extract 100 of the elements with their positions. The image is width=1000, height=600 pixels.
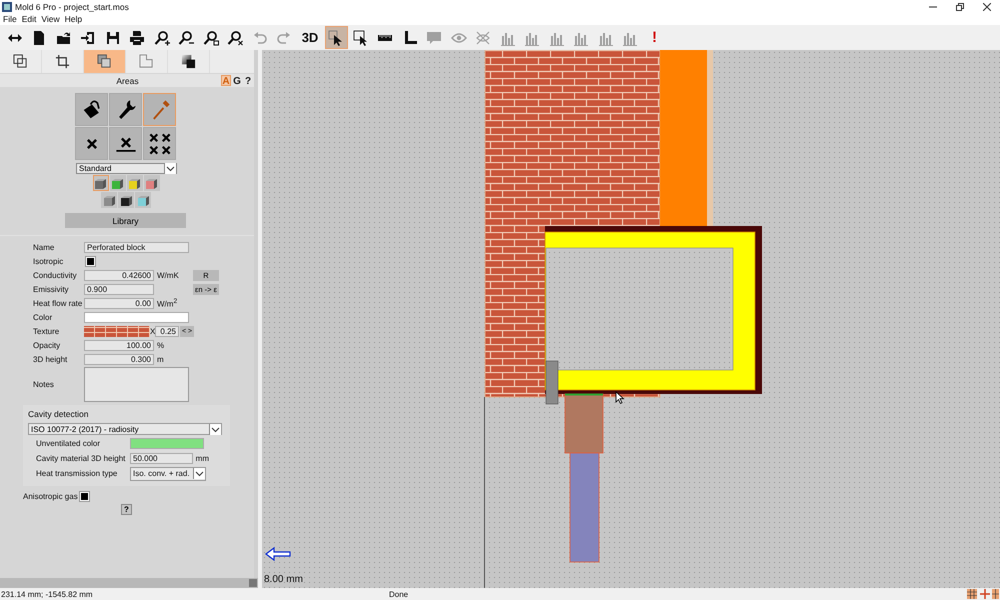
crop-icon [55, 54, 70, 69]
menu-item[interactable]: Edit [22, 14, 36, 24]
unit-label: W/m$^{2}$ [156, 298, 178, 308]
pointer-icon [616, 391, 625, 404]
left-arrow-icon [265, 546, 291, 562]
panel-title: Areas [115, 76, 140, 86]
zoom-window-icon [202, 30, 218, 46]
section-title: Cavity detection [28, 409, 90, 419]
tool-button[interactable] [143, 127, 176, 160]
field-label: 3D height [32, 354, 68, 364]
app-icon [2, 2, 12, 12]
folder-icon [56, 30, 72, 46]
tool-button[interactable] [109, 93, 142, 126]
preset-dropdown[interactable]: Standard [76, 163, 177, 174]
number-field[interactable]: 100.00 [84, 340, 154, 350]
help-button[interactable]: ? [121, 504, 132, 515]
grid-icon[interactable] [966, 588, 1000, 600]
caret-icon [193, 468, 205, 479]
zoom-in-icon [154, 30, 170, 46]
unit-label: % [156, 340, 166, 350]
select-dropdown[interactable]: Iso. conv. + rad. [130, 466, 206, 480]
overlapping-squares-icon [13, 54, 28, 69]
number-field[interactable]: 0.42600 [84, 270, 154, 280]
field-label: Texture [32, 326, 60, 336]
print-icon [129, 30, 145, 46]
checkbox[interactable] [80, 492, 89, 501]
unit-label: W/mK [156, 270, 180, 280]
field-label: Emissivity [32, 284, 70, 294]
field-label: Color [32, 312, 54, 322]
tool-button[interactable] [75, 127, 108, 160]
method-dropdown[interactable]: ISO 10077-2 (2017) - radiosity [28, 423, 222, 435]
zoom-clear-icon [227, 30, 243, 46]
text-field[interactable]: Perforated block [84, 242, 189, 252]
field-label: Cavity material 3D height [36, 454, 126, 463]
material-swatch[interactable] [101, 192, 117, 208]
field-label: Conductivity [32, 270, 78, 280]
folded-page-icon [139, 54, 154, 69]
unit-label: mm [194, 454, 210, 463]
field-label: Notes [32, 380, 55, 389]
toolbar-button[interactable] [324, 26, 348, 49]
caret-icon [164, 163, 176, 174]
field-label: Unventilated color [36, 439, 102, 448]
sill-piece [546, 360, 558, 404]
redo-icon [276, 30, 292, 46]
material-swatch[interactable] [144, 175, 160, 191]
material-swatch[interactable] [110, 175, 126, 191]
window-title: Mold 6 Pro - project_start.mos [15, 2, 130, 12]
tool-button[interactable] [75, 93, 108, 126]
brick-texture-swatch[interactable] [84, 326, 150, 336]
unit-label: m [156, 354, 165, 364]
notes-field[interactable] [84, 367, 189, 402]
field-label: Isotropic [32, 256, 64, 266]
status-message: Done [389, 590, 410, 598]
material-swatch[interactable] [126, 175, 142, 191]
field-label: Name [32, 242, 56, 252]
material-swatch[interactable] [135, 192, 151, 208]
zoom-out-icon [178, 30, 194, 46]
material-swatch[interactable] [118, 192, 134, 208]
tool-button[interactable] [109, 127, 142, 160]
scale-label: 8.00 mm [264, 574, 303, 585]
pointer-icon [328, 30, 344, 46]
toolbar-button[interactable]: 3D [297, 26, 323, 49]
four-crosses-icon [148, 132, 170, 154]
save-icon [104, 30, 120, 46]
restore-icon [956, 2, 964, 10]
color-swatch[interactable] [84, 312, 189, 322]
layered-squares-icon [97, 54, 112, 69]
field-label: Opacity [32, 340, 62, 350]
menu-item[interactable]: View [41, 14, 60, 24]
boundary-edge [565, 394, 603, 396]
box-select-icon [352, 30, 368, 46]
coordinates-text: 231.14 mm; -1545.82 mm [0, 590, 94, 598]
speech-bubble-icon [426, 30, 442, 46]
support-block [564, 394, 604, 454]
number-field[interactable]: 0.00 [84, 298, 154, 308]
caret-icon [209, 424, 221, 434]
gradient-square-icon [181, 54, 196, 69]
scrollbar[interactable] [0, 578, 258, 588]
number-field[interactable]: 0.300 [84, 354, 154, 364]
mode-button[interactable]: ? [243, 75, 253, 86]
number-field[interactable]: 0.900 [84, 284, 154, 294]
library-button[interactable]: Library [65, 213, 186, 228]
document-icon [31, 30, 47, 46]
menu-item[interactable]: File [3, 14, 17, 24]
field-label: Heat transmission type [36, 469, 118, 478]
checkbox[interactable] [86, 256, 95, 266]
menu-item[interactable]: Help [64, 14, 82, 24]
number-field[interactable]: 50.000 [130, 453, 193, 464]
field-label: Heat flow rate [32, 298, 84, 308]
toolbar-button[interactable]: ! [643, 26, 666, 49]
axis-label: X [150, 326, 154, 336]
crossed-eye-icon [475, 30, 491, 46]
close-icon [982, 2, 990, 10]
undo-icon [252, 30, 268, 46]
field-label: Anisotropic gas [23, 492, 78, 501]
color-swatch[interactable] [130, 438, 204, 449]
number-field[interactable]: 0.25 [155, 326, 179, 336]
mode-button[interactable]: G [232, 75, 242, 86]
arrow-into-box-icon [80, 30, 96, 46]
material-swatch[interactable] [92, 175, 108, 191]
